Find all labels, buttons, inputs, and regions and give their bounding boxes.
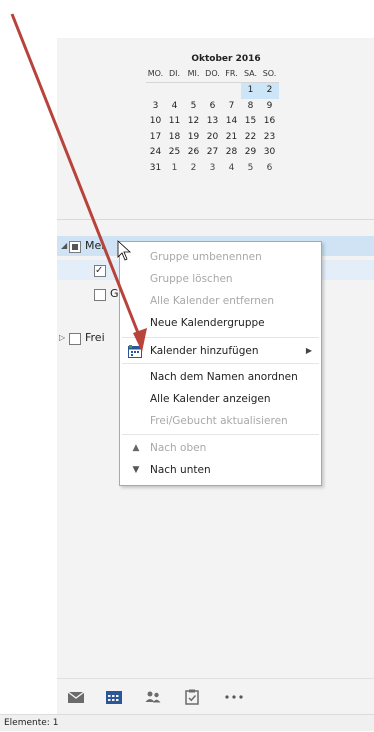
weekday-header: DI. [165,66,184,83]
weekday-header: DO. [203,66,222,83]
pane-divider [57,219,374,220]
expand-triangle-icon[interactable]: ▷ [59,328,65,348]
menu-item-show-all-calendars[interactable]: Alle Kalender anzeigen [120,388,321,410]
weekday-header: SA. [241,66,260,83]
calendar-day [165,83,184,99]
calendar-day[interactable]: 3 [203,161,222,177]
calendar-day[interactable]: 5 [241,161,260,177]
calendar-day[interactable]: 4 [222,161,241,177]
calendar-day[interactable]: 4 [165,99,184,115]
calendar-day [203,83,222,99]
calendar-day[interactable]: 25 [165,145,184,161]
calendar-day [146,83,165,99]
calendar-day[interactable]: 27 [203,145,222,161]
calendar-day[interactable]: 11 [165,114,184,130]
calendar-day[interactable]: 30 [260,145,279,161]
calendar-day[interactable]: 15 [241,114,260,130]
status-bar: Elemente: 1 [0,714,374,731]
menu-item-move-up[interactable]: ▲ Nach oben [120,437,321,459]
calendar-day[interactable]: 29 [241,145,260,161]
calendar-day[interactable]: 1 [241,83,260,99]
menu-item-sort-by-name[interactable]: Nach dem Namen anordnen [120,366,321,388]
down-triangle-icon: ▼ [132,465,140,475]
calendar-day[interactable]: 2 [184,161,203,177]
calendar-day[interactable]: 23 [260,130,279,146]
calendar-day[interactable]: 6 [203,99,222,115]
collapse-triangle-icon[interactable]: ◢ [61,236,67,256]
calendar-checkbox[interactable] [94,261,106,281]
calendar-day[interactable]: 20 [203,130,222,146]
menu-separator [122,363,319,364]
menu-item-rename-group[interactable]: Gruppe umbenennen [120,246,321,268]
calendar-day[interactable]: 21 [222,130,241,146]
calendar-grid: MO. DI. MI. DO. FR. SA. SO. 1 2 3 4 5 6 7 8 9 10 11 12 13 14… [146,66,306,176]
calendar-day[interactable]: 22 [241,130,260,146]
calendar-day[interactable]: 19 [184,130,203,146]
group-checkbox[interactable] [69,333,81,345]
weekday-header: SO. [260,66,279,83]
bottom-navigation-bar [57,678,374,715]
menu-separator [122,337,319,338]
calendar-icon[interactable] [104,687,124,707]
calendar-day[interactable]: 24 [146,145,165,161]
calendar-day[interactable]: 26 [184,145,203,161]
calendar-day [222,83,241,99]
context-menu: Gruppe umbenennen Gruppe löschen Alle Ka… [119,241,322,486]
calendar-day[interactable]: 7 [222,99,241,115]
mail-icon[interactable] [66,687,86,707]
calendar-day[interactable]: 12 [184,114,203,130]
item-count: Elemente: 1 [4,718,59,728]
menu-item-add-calendar[interactable]: Kalender hinzufügen ▶ [120,340,321,362]
calendar-day[interactable]: 16 [260,114,279,130]
calendar-checkbox[interactable] [94,289,106,301]
calendar-day[interactable]: 6 [260,161,279,177]
calendar-day [184,83,203,99]
calendar-day[interactable]: 13 [203,114,222,130]
calendar-day[interactable]: 9 [260,99,279,115]
more-icon[interactable] [222,687,243,707]
calendar-day[interactable]: 8 [241,99,260,115]
calendar-day[interactable]: 5 [184,99,203,115]
calendar-day[interactable]: 14 [222,114,241,130]
calendar-day[interactable]: 3 [146,99,165,115]
group-checkbox[interactable] [69,241,81,253]
up-triangle-icon: ▲ [132,443,140,453]
calendar-day[interactable]: 31 [146,161,165,177]
menu-item-new-calendar-group[interactable]: Neue Kalendergruppe [120,312,321,334]
menu-item-delete-group[interactable]: Gruppe löschen [120,268,321,290]
menu-item-remove-all-calendars[interactable]: Alle Kalender entfernen [120,290,321,312]
add-calendar-icon [128,344,142,358]
group-label: Mei [85,239,105,252]
calendar-label: G [110,287,119,300]
calendar-day[interactable]: 18 [165,130,184,146]
calendar-day[interactable]: 28 [222,145,241,161]
menu-item-refresh-free-busy[interactable]: Frei/Gebucht aktualisieren [120,410,321,432]
weekday-header: MO. [146,66,165,83]
people-icon[interactable] [143,687,163,707]
menu-separator [122,434,319,435]
calendar-day[interactable]: 17 [146,130,165,146]
calendar-day[interactable]: 10 [146,114,165,130]
group-label: Frei [85,331,105,344]
weekday-header: MI. [184,66,203,83]
calendar-day[interactable]: 1 [165,161,184,177]
calendar-month-title[interactable]: Oktober 2016 [146,52,306,66]
mini-calendar: Oktober 2016 MO. DI. MI. DO. FR. SA. SO. 1 2 3 4 5 6… [146,52,306,176]
submenu-arrow-icon: ▶ [305,346,312,355]
calendar-day[interactable]: 2 [260,83,279,99]
tasks-icon[interactable] [182,687,202,707]
menu-item-move-down[interactable]: ▼ Nach unten [120,459,321,481]
weekday-header: FR. [222,66,241,83]
